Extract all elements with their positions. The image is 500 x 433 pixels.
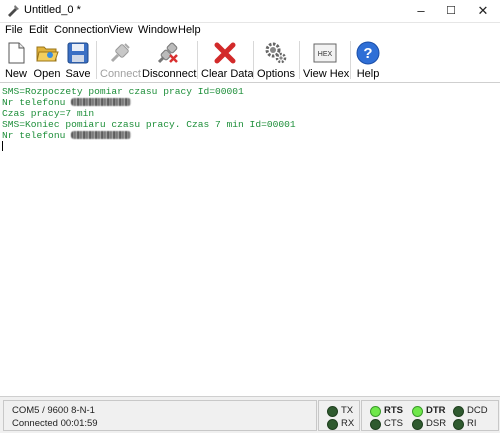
- svg-text:?: ?: [363, 45, 372, 62]
- connection-status-panel: COM5 / 9600 8-N-1 Connected 00:01:59: [3, 400, 317, 431]
- menu-window[interactable]: Window: [138, 23, 177, 37]
- toolbar-separator: [350, 41, 351, 79]
- app-icon: [8, 5, 19, 17]
- view-hex-button[interactable]: HEX View Hex: [303, 39, 349, 81]
- clear-x-icon: [214, 42, 236, 64]
- terminal-line: SMS=Rozpoczety pomiar czasu pracy Id=000…: [2, 86, 244, 97]
- toolbar-separator: [96, 41, 97, 79]
- redacted-phone-number: [71, 131, 132, 139]
- tx-rx-panel: TX RX: [318, 400, 360, 431]
- rts-led: [370, 406, 381, 417]
- cts-led: [370, 419, 381, 430]
- redacted-phone-number: [71, 98, 132, 106]
- clear-data-button[interactable]: Clear Data: [201, 39, 254, 81]
- save-disk-icon: [67, 42, 89, 64]
- menu-view[interactable]: View: [109, 23, 133, 37]
- terminal-line: Nr telefonu: [2, 97, 132, 108]
- options-button[interactable]: Options: [257, 39, 295, 81]
- terminal-line: SMS=Koniec pomiaru czasu pracy. Czas 7 m…: [2, 119, 296, 130]
- save-button[interactable]: Save: [64, 39, 92, 81]
- toolbar: New Open Save Connect Disconnect Clear D…: [0, 37, 500, 83]
- close-button[interactable]: ✕: [468, 0, 498, 22]
- new-document-icon: [8, 42, 25, 64]
- minimize-button[interactable]: –: [406, 0, 436, 22]
- dsr-led: [412, 419, 423, 430]
- help-button[interactable]: ? Help: [354, 39, 382, 81]
- dcd-led: [453, 406, 464, 417]
- toolbar-separator: [299, 41, 300, 79]
- window-title: Untitled_0 *: [24, 4, 81, 16]
- menu-file[interactable]: File: [5, 23, 23, 37]
- svg-text:HEX: HEX: [318, 51, 333, 58]
- terminal-line: Nr telefonu: [2, 130, 132, 141]
- menu-connection[interactable]: Connection: [54, 23, 110, 37]
- maximize-button[interactable]: ☐: [436, 0, 466, 22]
- hex-icon: HEX: [313, 43, 337, 63]
- menu-edit[interactable]: Edit: [29, 23, 48, 37]
- toolbar-separator: [253, 41, 254, 79]
- rx-led: [327, 419, 338, 430]
- connection-time: Connected 00:01:59: [12, 418, 98, 429]
- tx-led: [327, 406, 338, 417]
- toolbar-separator: [197, 41, 198, 79]
- ri-led: [453, 419, 464, 430]
- dtr-led: [412, 406, 423, 417]
- control-lines-panel: RTS CTS DTR DSR DCD RI: [361, 400, 499, 431]
- terminal-line: Czas pracy=7 min: [2, 108, 95, 119]
- disconnect-button[interactable]: Disconnect: [142, 39, 196, 81]
- new-button[interactable]: New: [2, 39, 30, 81]
- open-button[interactable]: Open: [32, 39, 62, 81]
- menu-help[interactable]: Help: [178, 23, 201, 37]
- status-bar: COM5 / 9600 8-N-1 Connected 00:01:59 TX …: [0, 396, 500, 433]
- title-bar: Untitled_0 * – ☐ ✕: [0, 0, 500, 23]
- help-icon: ?: [356, 41, 380, 65]
- terminal-output[interactable]: SMS=Rozpoczety pomiar czasu pracy Id=000…: [0, 83, 500, 395]
- connect-plug-icon: [110, 43, 130, 63]
- gears-icon: [265, 42, 287, 64]
- port-settings: COM5 / 9600 8-N-1: [12, 405, 95, 416]
- disconnect-plug-icon: [157, 42, 178, 64]
- open-folder-icon: [36, 46, 59, 62]
- text-cursor: [2, 141, 3, 151]
- connect-button[interactable]: Connect: [100, 39, 141, 81]
- menu-bar: File Edit Connection View Window Help: [0, 23, 500, 37]
